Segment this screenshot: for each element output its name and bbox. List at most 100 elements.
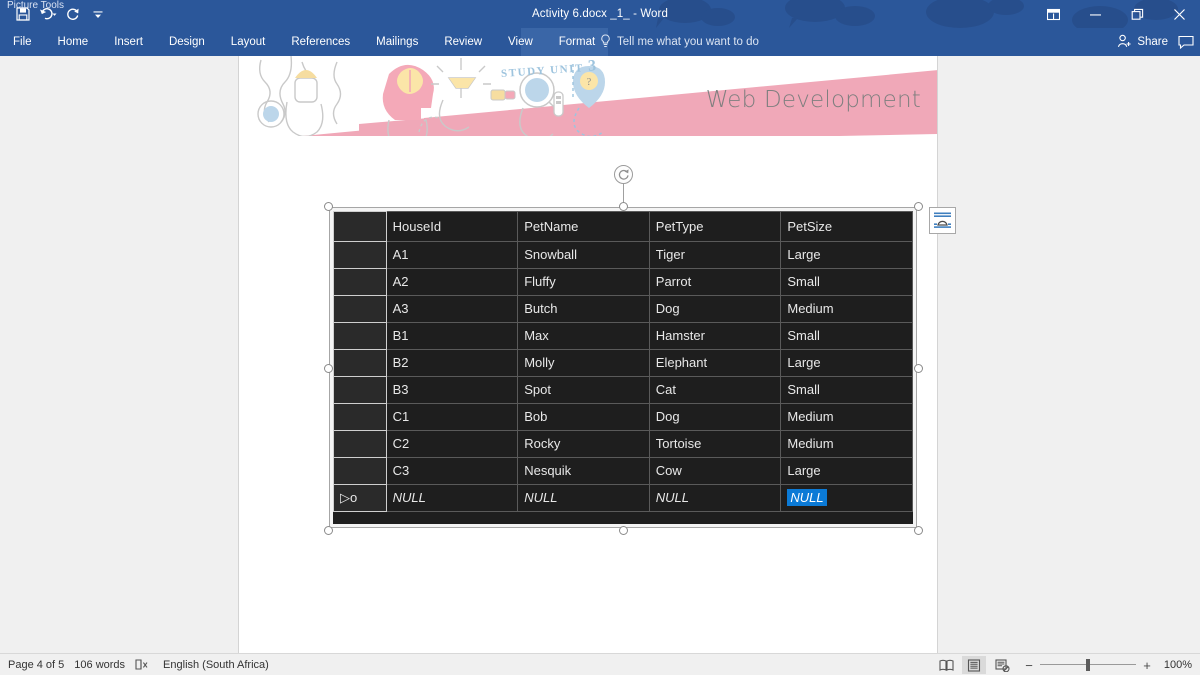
picture-object[interactable]: HouseId PetName PetType PetSize A1 Snowb… xyxy=(324,202,923,535)
tell-me-search[interactable]: Tell me what you want to do xyxy=(600,28,759,56)
row-selector[interactable] xyxy=(333,457,387,485)
cell-houseid[interactable]: B3 xyxy=(385,376,519,404)
cell-houseid[interactable]: B2 xyxy=(385,349,519,377)
cell-pettype[interactable]: Elephant xyxy=(648,349,782,377)
print-layout-view-button[interactable] xyxy=(962,656,986,674)
ribbon-display-options-icon[interactable] xyxy=(1032,0,1074,28)
cell-petname[interactable]: Bob xyxy=(517,403,650,431)
layout-options-button[interactable] xyxy=(929,207,956,234)
cell-houseid[interactable]: C3 xyxy=(385,457,519,485)
new-record-marker[interactable]: ▷o xyxy=(333,484,387,512)
read-mode-view-button[interactable] xyxy=(934,656,958,674)
row-selector[interactable] xyxy=(333,268,387,296)
row-selector[interactable] xyxy=(333,241,387,269)
tab-view[interactable]: View xyxy=(495,28,546,56)
minimize-icon[interactable] xyxy=(1074,0,1116,28)
cell-houseid[interactable]: A1 xyxy=(385,241,519,269)
tab-insert[interactable]: Insert xyxy=(101,28,156,56)
cell-pettype[interactable]: Parrot xyxy=(648,268,782,296)
cell-houseid[interactable]: A2 xyxy=(385,268,519,296)
zoom-in-button[interactable]: + xyxy=(1142,658,1152,673)
tab-layout[interactable]: Layout xyxy=(218,28,279,56)
page-indicator[interactable]: Page 4 of 5 xyxy=(8,659,74,671)
resize-handle-middle-left[interactable] xyxy=(324,364,333,373)
cell-houseid[interactable]: C1 xyxy=(385,403,519,431)
cell-petsize[interactable]: Medium xyxy=(780,430,913,458)
cell-petname[interactable]: Fluffy xyxy=(517,268,650,296)
cell-petname[interactable]: Nesquik xyxy=(517,457,650,485)
table-row[interactable]: C3 Nesquik Cow Large xyxy=(333,457,913,485)
cell-pettype[interactable]: Cow xyxy=(648,457,782,485)
row-selector[interactable] xyxy=(333,322,387,350)
restore-icon[interactable] xyxy=(1116,0,1158,28)
cell-petsize[interactable]: Large xyxy=(780,349,913,377)
resize-handle-bottom-center[interactable] xyxy=(619,526,628,535)
column-header-houseid[interactable]: HouseId xyxy=(385,211,519,242)
cell-petname[interactable]: Rocky xyxy=(517,430,650,458)
cell-petsize[interactable]: Medium xyxy=(780,403,913,431)
cell-petsize[interactable]: Large xyxy=(780,457,913,485)
database-table-image[interactable]: HouseId PetName PetType PetSize A1 Snowb… xyxy=(329,207,917,528)
language-indicator[interactable]: English (South Africa) xyxy=(163,659,279,671)
cell-petsize[interactable]: Medium xyxy=(780,295,913,323)
cell-houseid[interactable]: A3 xyxy=(385,295,519,323)
cell-pettype[interactable]: Tiger xyxy=(648,241,782,269)
cell-petsize[interactable]: Small xyxy=(780,322,913,350)
tab-home[interactable]: Home xyxy=(45,28,102,56)
resize-handle-middle-right[interactable] xyxy=(914,364,923,373)
row-selector[interactable] xyxy=(333,376,387,404)
row-selector[interactable] xyxy=(333,403,387,431)
cell-petname[interactable]: Max xyxy=(517,322,650,350)
cell-houseid[interactable]: C2 xyxy=(385,430,519,458)
column-header-pettype[interactable]: PetType xyxy=(648,211,782,242)
cell-petsize[interactable]: NULL xyxy=(780,484,913,512)
cell-houseid[interactable]: NULL xyxy=(385,484,519,512)
table-row[interactable]: A3 Butch Dog Medium xyxy=(333,295,913,323)
column-header-petname[interactable]: PetName xyxy=(517,211,650,242)
cell-petsize[interactable]: Large xyxy=(780,241,913,269)
cell-petname[interactable]: Snowball xyxy=(517,241,650,269)
row-selector[interactable] xyxy=(333,349,387,377)
cell-petname[interactable]: NULL xyxy=(517,484,650,512)
rotate-icon[interactable] xyxy=(614,165,633,184)
cell-pettype[interactable]: Dog xyxy=(648,403,782,431)
resize-handle-top-right[interactable] xyxy=(914,202,923,211)
zoom-slider[interactable] xyxy=(1040,658,1136,672)
zoom-level[interactable]: 100% xyxy=(1158,659,1192,671)
tab-review[interactable]: Review xyxy=(431,28,495,56)
cell-pettype[interactable]: NULL xyxy=(648,484,782,512)
row-selector[interactable] xyxy=(333,295,387,323)
table-row-new-record[interactable]: ▷o NULL NULL NULL NULL xyxy=(333,484,913,512)
cell-petsize[interactable]: Small xyxy=(780,268,913,296)
row-selector[interactable] xyxy=(333,430,387,458)
resize-handle-bottom-right[interactable] xyxy=(914,526,923,535)
tab-references[interactable]: References xyxy=(278,28,363,56)
tab-file[interactable]: File xyxy=(0,28,45,56)
table-row[interactable]: A1 Snowball Tiger Large xyxy=(333,241,913,269)
column-header-petsize[interactable]: PetSize xyxy=(780,211,913,242)
cell-petsize[interactable]: Small xyxy=(780,376,913,404)
cell-pettype[interactable]: Dog xyxy=(648,295,782,323)
table-row[interactable]: C1 Bob Dog Medium xyxy=(333,403,913,431)
tab-design[interactable]: Design xyxy=(156,28,218,56)
resize-handle-bottom-left[interactable] xyxy=(324,526,333,535)
resize-handle-top-center[interactable] xyxy=(619,202,628,211)
resize-handle-top-left[interactable] xyxy=(324,202,333,211)
cell-petname[interactable]: Spot xyxy=(517,376,650,404)
table-row[interactable]: B2 Molly Elephant Large xyxy=(333,349,913,377)
cell-petname[interactable]: Butch xyxy=(517,295,650,323)
table-row[interactable]: C2 Rocky Tortoise Medium xyxy=(333,430,913,458)
cell-pettype[interactable]: Cat xyxy=(648,376,782,404)
share-button[interactable]: Share xyxy=(1117,34,1168,51)
comments-icon[interactable] xyxy=(1178,35,1194,49)
customize-qat-icon[interactable] xyxy=(87,3,109,25)
cell-pettype[interactable]: Tortoise xyxy=(648,430,782,458)
cell-pettype[interactable]: Hamster xyxy=(648,322,782,350)
table-row[interactable]: B1 Max Hamster Small xyxy=(333,322,913,350)
cell-petname[interactable]: Molly xyxy=(517,349,650,377)
cell-houseid[interactable]: B1 xyxy=(385,322,519,350)
table-row[interactable]: B3 Spot Cat Small xyxy=(333,376,913,404)
tab-format[interactable]: Format xyxy=(545,28,609,56)
close-icon[interactable] xyxy=(1158,0,1200,28)
proofing-errors-icon[interactable] xyxy=(135,658,163,671)
